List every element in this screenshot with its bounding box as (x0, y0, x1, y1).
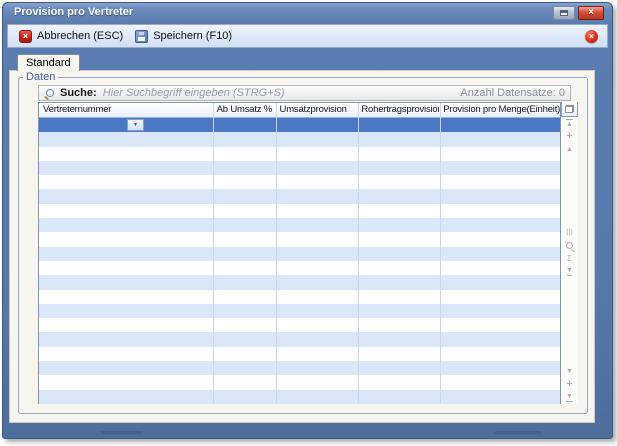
column-header-2[interactable]: Umsatzprovision (276, 103, 358, 117)
save-button-label: Speichern (F10) (153, 30, 232, 42)
dialog-window: Provision pro Vertreter × × Abbrechen (E… (2, 2, 613, 439)
table-row[interactable]: ▼ (39, 118, 560, 132)
table-row[interactable] (39, 304, 560, 318)
window-controls: × (553, 6, 604, 20)
table-row[interactable] (39, 390, 560, 404)
table-row[interactable] (39, 275, 560, 289)
move-down-fast-icon[interactable] (561, 378, 578, 391)
cancel-button-label: Abbrechen (ESC) (37, 30, 123, 42)
search-bar: Suche: Anzahl Datensätze: 0 (38, 85, 571, 101)
table-row[interactable] (39, 189, 560, 203)
column-chooser-button[interactable] (561, 102, 578, 117)
record-count-value: 0 (559, 87, 565, 99)
data-table: VertreternummerAb Umsatz %Umsatzprovisio… (38, 102, 578, 404)
resize-grip-mark (101, 431, 143, 434)
column-separator (440, 103, 441, 403)
table-row[interactable] (39, 361, 560, 375)
table-row[interactable] (39, 332, 560, 346)
toolbar: × Abbrechen (ESC) Speichern (F10) × (7, 24, 608, 48)
column-separator (276, 103, 277, 403)
column-separator (358, 103, 359, 403)
window-title: Provision pro Vertreter (14, 6, 133, 18)
save-floppy-icon (135, 30, 148, 43)
filter-icon[interactable] (561, 265, 578, 278)
search-label: Suche: (60, 87, 97, 99)
search-input[interactable] (103, 87, 461, 99)
sum-icon[interactable] (561, 252, 578, 265)
row-combo-dropdown[interactable]: ▼ (127, 119, 144, 131)
side-toolbar-middle-group (561, 226, 578, 278)
daten-groupbox: Daten Suche: Anzahl Datensätze: 0 Vertre… (18, 77, 588, 414)
table-row[interactable] (39, 247, 560, 261)
brackets-icon[interactable] (561, 226, 578, 239)
title-bar[interactable]: Provision pro Vertreter × (3, 3, 612, 23)
restore-button[interactable] (553, 6, 575, 20)
side-toolbar-top-group (561, 117, 578, 156)
tab-page: Daten Suche: Anzahl Datensätze: 0 Vertre… (9, 70, 595, 423)
table-row[interactable] (39, 161, 560, 175)
restore-icon (560, 10, 568, 16)
resize-grip-mark (495, 431, 541, 434)
record-count-label: Anzahl Datensätze: (460, 87, 555, 99)
table-row[interactable] (39, 261, 560, 275)
side-toolbar-bottom-group (561, 365, 578, 404)
column-chooser-icon (565, 105, 574, 113)
cancel-button[interactable]: × Abbrechen (ESC) (14, 28, 130, 45)
magnifier-icon[interactable] (561, 239, 578, 252)
column-header-3[interactable]: Rohertragsprovision (357, 103, 439, 117)
table-row[interactable] (39, 290, 560, 304)
cancel-x-icon: × (19, 30, 32, 43)
grid-header: VertreternummerAb Umsatz %Umsatzprovisio… (39, 103, 560, 118)
column-header-1[interactable]: Ab Umsatz % (213, 103, 276, 117)
stop-icon[interactable]: × (585, 30, 598, 43)
table-row[interactable] (39, 232, 560, 246)
column-header-0[interactable]: Vertreternummer (39, 103, 213, 117)
scroll-bottom-icon[interactable] (561, 391, 578, 404)
move-down-icon[interactable] (561, 365, 578, 378)
save-button[interactable]: Speichern (F10) (130, 28, 239, 45)
table-row[interactable] (39, 132, 560, 146)
grid: VertreternummerAb Umsatz %Umsatzprovisio… (38, 102, 561, 404)
move-up-icon[interactable] (561, 143, 578, 156)
tab-standard[interactable]: Standard (17, 54, 80, 71)
groupbox-label: Daten (23, 71, 58, 83)
table-row[interactable] (39, 175, 560, 189)
table-row[interactable] (39, 147, 560, 161)
close-icon: × (588, 7, 594, 19)
table-row[interactable] (39, 218, 560, 232)
table-row[interactable] (39, 318, 560, 332)
column-header-4[interactable]: Provision pro Menge(Einheit) (439, 103, 560, 117)
move-up-fast-icon[interactable] (561, 130, 578, 143)
table-row[interactable] (39, 375, 560, 389)
table-row[interactable] (39, 347, 560, 361)
record-count: Anzahl Datensätze: 0 (460, 87, 565, 99)
close-button[interactable]: × (578, 6, 604, 20)
table-row[interactable] (39, 204, 560, 218)
column-separator (213, 103, 214, 403)
screen: Provision pro Vertreter × × Abbrechen (E… (0, 0, 617, 446)
scroll-top-icon[interactable] (561, 117, 578, 130)
search-icon (44, 88, 55, 99)
grid-side-toolbar (561, 102, 578, 404)
grid-body: ▼ (39, 118, 560, 404)
